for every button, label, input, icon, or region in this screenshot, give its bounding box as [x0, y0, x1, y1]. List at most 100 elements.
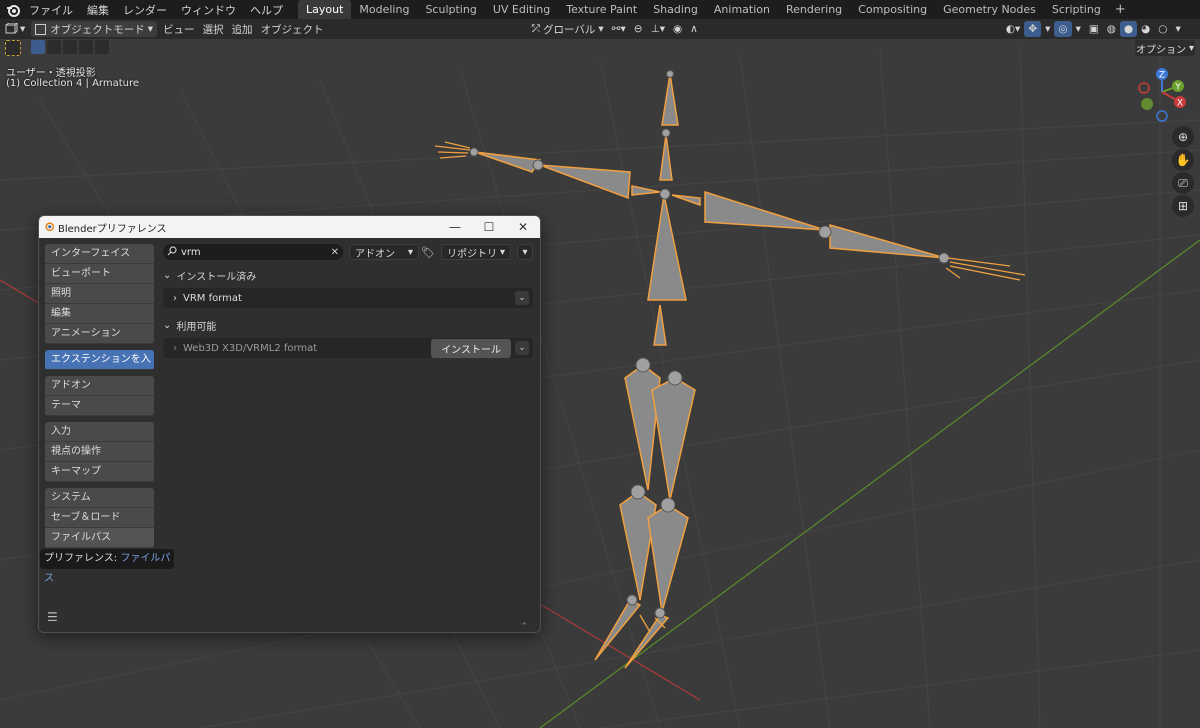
sidebar-item-editing[interactable]: 編集: [45, 304, 154, 324]
preferences-titlebar[interactable]: Blenderプリファレンス — ☐ ✕: [39, 216, 540, 238]
shading-rendered[interactable]: ○: [1154, 21, 1171, 37]
install-button[interactable]: インストール: [431, 338, 511, 358]
sidebar-item-lights[interactable]: 照明: [45, 284, 154, 304]
sidebar-item-navigation[interactable]: 視点の操作: [45, 442, 154, 462]
close-button[interactable]: ✕: [506, 220, 540, 234]
tab-texture-paint[interactable]: Texture Paint: [558, 0, 645, 19]
clear-search-icon[interactable]: ✕: [331, 247, 339, 258]
gizmo-x-label: X: [1177, 99, 1183, 109]
tab-geometry-nodes[interactable]: Geometry Nodes: [935, 0, 1044, 19]
filter-type-dropdown[interactable]: アドオン ▾: [349, 244, 419, 260]
snap-toggle[interactable]: ⊖: [630, 21, 647, 37]
overlay-toggle[interactable]: ◎: [1054, 21, 1072, 37]
menu-select[interactable]: 選択: [199, 21, 228, 37]
installed-package-row[interactable]: › VRM format ⌄: [163, 288, 533, 308]
menu-view[interactable]: ビュー: [159, 21, 199, 37]
maximize-button[interactable]: ☐: [472, 220, 506, 234]
menu-window[interactable]: ウィンドウ: [174, 2, 243, 18]
pan-button[interactable]: ✋: [1172, 149, 1194, 171]
pivot-point-button[interactable]: ⚯ ▾: [608, 21, 630, 37]
available-package-row[interactable]: › Web3D X3D/VRML2 format インストール ⌄: [163, 338, 533, 358]
tab-compositing[interactable]: Compositing: [850, 0, 935, 19]
available-section-header[interactable]: ⌄ 利用可能: [163, 318, 533, 333]
chevron-right-icon[interactable]: ›: [173, 293, 177, 304]
sidebar-item-themes[interactable]: テーマ: [45, 396, 154, 416]
camera-view-button[interactable]: ⎚: [1172, 172, 1194, 194]
tab-shading[interactable]: Shading: [645, 0, 706, 19]
sidebar-item-keymap[interactable]: キーマップ: [45, 462, 154, 482]
proportional-edit-toggle[interactable]: ◉: [669, 21, 686, 37]
tooltip-label: プリファレンス:: [44, 553, 118, 564]
shading-material[interactable]: ◕: [1137, 21, 1154, 37]
visibility-button[interactable]: ◐ ▾: [1002, 21, 1024, 37]
menu-edit[interactable]: 編集: [80, 2, 116, 18]
options-button[interactable]: オプション ▾: [1135, 40, 1195, 56]
select-subtract-button[interactable]: [63, 40, 77, 54]
settings-dropdown-button[interactable]: ▾: [516, 244, 533, 260]
add-workspace-button[interactable]: +: [1109, 2, 1132, 17]
package-menu-button[interactable]: ⌄: [515, 291, 529, 305]
view-name-label: ユーザー・透視投影: [6, 68, 96, 79]
tab-layout[interactable]: Layout: [298, 0, 352, 19]
installed-section-header[interactable]: ⌄ インストール済み: [163, 268, 533, 283]
menu-add[interactable]: 追加: [228, 21, 257, 37]
transform-orientation-selector[interactable]: ⤱ グローバル ▾: [528, 21, 608, 37]
tab-scripting[interactable]: Scripting: [1044, 0, 1109, 19]
editor-type-button[interactable]: ▾: [0, 21, 29, 37]
sidebar-item-viewport[interactable]: ビューポート: [45, 264, 154, 284]
gizmo-y-label: Y: [1174, 83, 1181, 93]
zoom-button[interactable]: ⊕: [1172, 126, 1194, 148]
navigation-gizmo[interactable]: Z Y X: [1130, 62, 1200, 122]
repository-dropdown[interactable]: リポジトリ ▾: [440, 244, 511, 260]
menu-file[interactable]: ファイル: [22, 2, 80, 18]
tag-icon[interactable]: 🏷: [421, 246, 435, 259]
sidebar-item-file-paths[interactable]: ファイルパス: [45, 528, 154, 548]
package-menu-button[interactable]: ⌄: [515, 341, 529, 355]
tooltip: プリファレンス: ファイルパス: [40, 549, 174, 584]
cube-icon: [5, 23, 18, 34]
shading-dropdown[interactable]: ▾: [1171, 21, 1184, 37]
sidebar-item-get-extensions[interactable]: エクステンションを入手: [45, 350, 154, 370]
tab-sculpting[interactable]: Sculpting: [417, 0, 484, 19]
snap-icon: ⊥: [650, 23, 660, 35]
tab-animation[interactable]: Animation: [706, 0, 778, 19]
collapse-arrow-icon[interactable]: ⌃: [520, 622, 528, 632]
sidebar-item-addons[interactable]: アドオン: [45, 376, 154, 396]
select-invert-button[interactable]: [79, 40, 93, 54]
blender-logo-icon[interactable]: [4, 1, 22, 19]
menu-object[interactable]: オブジェクト: [257, 21, 328, 37]
blender-logo-icon: [44, 221, 54, 234]
sidebar-item-input[interactable]: 入力: [45, 422, 154, 442]
tab-uv-editing[interactable]: UV Editing: [485, 0, 558, 19]
menu-render[interactable]: レンダー: [116, 2, 174, 18]
menu-help[interactable]: ヘルプ: [243, 2, 290, 18]
tab-modeling[interactable]: Modeling: [351, 0, 417, 19]
select-extend-button[interactable]: [47, 40, 61, 54]
select-new-button[interactable]: [31, 40, 45, 54]
chevron-right-icon[interactable]: ›: [173, 343, 177, 354]
sidebar-item-system[interactable]: システム: [45, 488, 154, 508]
search-value: vrm: [181, 246, 201, 258]
wireframe-sphere-icon: ◍: [1106, 23, 1116, 35]
xray-toggle[interactable]: ▣: [1085, 21, 1103, 37]
shading-solid[interactable]: ●: [1119, 21, 1138, 37]
top-bar: ファイル 編集 レンダー ウィンドウ ヘルプ Layout Modeling S…: [0, 0, 1200, 19]
tab-rendering[interactable]: Rendering: [778, 0, 850, 19]
mode-selector[interactable]: オブジェクトモード ▾: [31, 21, 158, 37]
sidebar-item-interface[interactable]: インターフェイス: [45, 244, 154, 264]
hamburger-menu-icon[interactable]: ☰: [47, 610, 58, 624]
search-input[interactable]: vrm ✕: [163, 244, 343, 260]
minimize-button[interactable]: —: [438, 220, 472, 234]
select-intersect-button[interactable]: [95, 40, 109, 54]
gizmo-dropdown[interactable]: ▾: [1041, 21, 1054, 37]
snap-target-button[interactable]: ⊥ ▾: [647, 21, 669, 37]
sidebar-item-animation[interactable]: アニメーション: [45, 324, 154, 344]
gizmo-toggle[interactable]: ✥: [1024, 21, 1042, 37]
overlay-dropdown[interactable]: ▾: [1072, 21, 1085, 37]
sidebar-item-save-load[interactable]: セーブ＆ロード: [45, 508, 154, 528]
perspective-toggle-button[interactable]: ⊞: [1172, 195, 1194, 217]
falloff-button[interactable]: ∧: [686, 21, 702, 37]
solid-sphere-icon: ●: [1123, 23, 1134, 35]
shading-wireframe[interactable]: ◍: [1103, 21, 1120, 37]
select-cursor-tool[interactable]: [5, 40, 21, 56]
